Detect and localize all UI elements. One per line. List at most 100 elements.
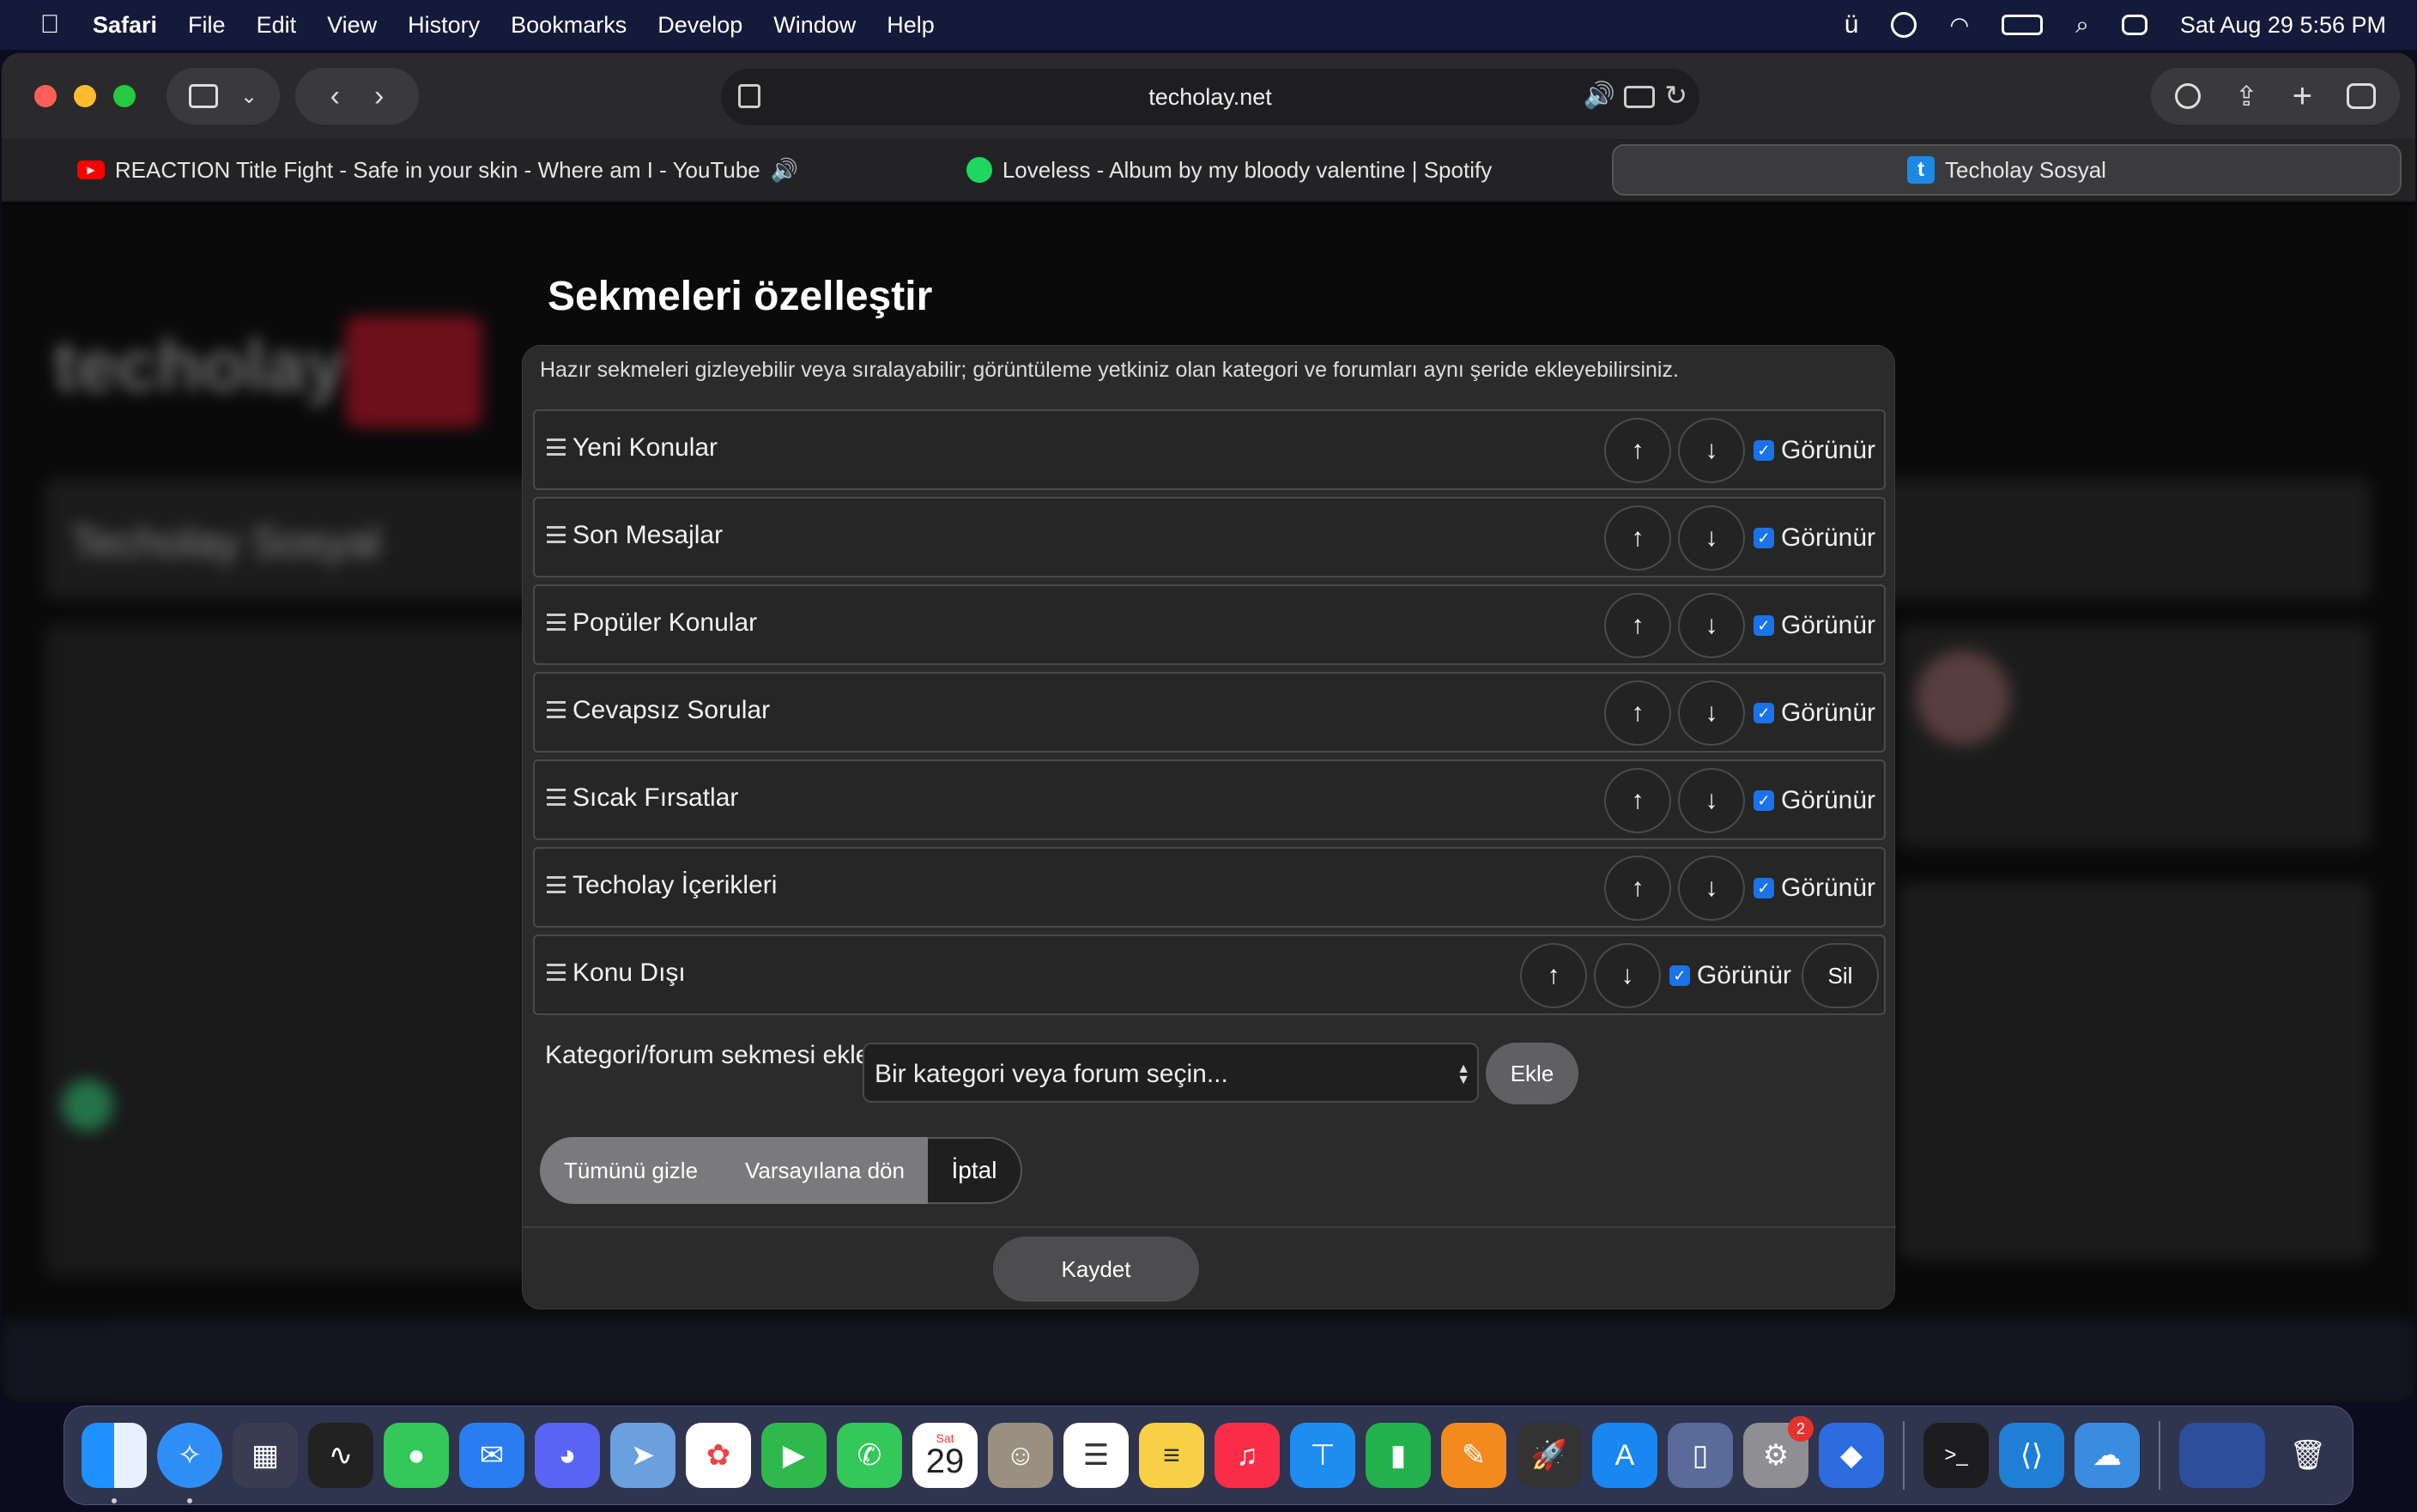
drag-handle-icon[interactable] [547, 876, 566, 893]
move-down-button[interactable]: ↓ [1677, 505, 1745, 571]
keynote-icon[interactable]: ⊤ [1290, 1423, 1355, 1488]
mail-icon[interactable]: ✉ [459, 1423, 524, 1488]
photos-icon[interactable]: ✿ [686, 1423, 751, 1488]
move-up-button[interactable]: ↑ [1519, 943, 1587, 1008]
menu-view[interactable]: View [327, 12, 377, 39]
phone-icon[interactable]: ✆ [837, 1423, 902, 1488]
move-up-button[interactable]: ↑ [1603, 680, 1671, 746]
finder-icon[interactable] [82, 1423, 147, 1503]
move-up-button[interactable]: ↑ [1603, 593, 1671, 658]
messages-icon[interactable]: ● [384, 1423, 449, 1488]
visible-checkbox[interactable]: ✓ [1753, 528, 1774, 548]
launchpad-icon[interactable]: ▦ [233, 1423, 298, 1488]
tab-youtube[interactable]: ▶ REACTION Title Fight - Safe in your sk… [60, 144, 815, 196]
menu-edit[interactable]: Edit [257, 12, 297, 39]
drag-handle-icon[interactable] [547, 526, 566, 543]
contacts-icon[interactable]: ☺ [988, 1423, 1053, 1488]
tab-techolay[interactable]: t Techolay Sosyal [1612, 144, 2402, 196]
menu-bookmarks[interactable]: Bookmarks [511, 12, 627, 39]
menu-window[interactable]: Window [773, 12, 856, 39]
u-umlaut-icon[interactable]: ü [1845, 10, 1859, 39]
move-down-button[interactable]: ↓ [1677, 418, 1745, 483]
tab-overview-icon[interactable] [2347, 83, 2377, 109]
audio-playing-icon[interactable]: 🔊 [771, 157, 798, 184]
visible-checkbox[interactable]: ✓ [1753, 703, 1774, 723]
music-icon[interactable]: ♫ [1215, 1423, 1280, 1488]
zoom-window-button[interactable] [113, 85, 136, 107]
vscode-icon[interactable]: ⟨⟩ [1999, 1423, 2064, 1488]
system-settings-icon[interactable]: ⚙ 2 [1743, 1416, 1814, 1488]
rocket-icon[interactable]: 🚀 [1517, 1423, 1582, 1488]
speaker-icon[interactable]: 🔊 [1584, 81, 1615, 111]
search-icon[interactable]: ⌕ [2075, 11, 2089, 39]
drag-handle-icon[interactable] [547, 614, 566, 631]
downloads-icon[interactable] [2174, 83, 2201, 109]
menu-app-name[interactable]: Safari [93, 12, 157, 39]
play-circle-icon[interactable] [1891, 12, 1917, 38]
menu-help[interactable]: Help [887, 12, 935, 39]
new-tab-icon[interactable]: + [2293, 77, 2312, 116]
category-forum-select[interactable]: Bir kategori veya forum seçin... ▲ ▼ [863, 1043, 1479, 1103]
visible-checkbox[interactable]: ✓ [1669, 965, 1690, 986]
visible-checkbox[interactable]: ✓ [1753, 615, 1774, 636]
menu-clock[interactable]: Sat Aug 29 5:56 PM [2180, 12, 2386, 39]
drag-handle-icon[interactable] [547, 789, 566, 806]
move-down-button[interactable]: ↓ [1677, 856, 1745, 921]
stocks-icon[interactable]: ∿ [308, 1423, 373, 1488]
iphone-mirroring-icon[interactable]: ▯ [1668, 1423, 1733, 1488]
move-up-button[interactable]: ↑ [1603, 856, 1671, 921]
menu-develop[interactable]: Develop [657, 12, 742, 39]
visible-checkbox[interactable]: ✓ [1753, 440, 1774, 461]
control-center-icon[interactable] [2121, 15, 2147, 35]
move-down-button[interactable]: ↓ [1677, 593, 1745, 658]
move-up-button[interactable]: ↑ [1603, 505, 1671, 571]
menu-history[interactable]: History [408, 12, 480, 39]
notes-icon[interactable]: ≡ [1139, 1423, 1204, 1488]
reset-default-button[interactable]: Varsayılana dön [722, 1137, 928, 1204]
reminders-icon[interactable]: ☰ [1063, 1423, 1129, 1488]
sidebar-toggle-button[interactable]: ⌄ [167, 68, 280, 124]
cancel-button[interactable]: İptal [928, 1137, 1022, 1204]
downloads-stack-icon[interactable] [2179, 1423, 2265, 1488]
drag-handle-icon[interactable] [547, 964, 566, 981]
safari-icon[interactable]: ✧ [157, 1423, 222, 1503]
facetime-icon[interactable]: ▶ [761, 1423, 827, 1488]
numbers-icon[interactable]: ▮ [1366, 1423, 1431, 1488]
move-up-button[interactable]: ↑ [1603, 768, 1671, 833]
move-down-button[interactable]: ↓ [1677, 768, 1745, 833]
drag-handle-icon[interactable] [547, 701, 566, 718]
address-bar[interactable]: techolay.net 🔊 ↻ [721, 69, 1699, 125]
wifi-icon[interactable]: ◠ [1949, 12, 1969, 39]
battery-charging-icon[interactable] [2002, 15, 2044, 35]
roblox-icon[interactable]: ◆ [1819, 1423, 1884, 1488]
terminal-icon[interactable]: >_ [1923, 1423, 1989, 1488]
delete-tab-button[interactable]: Sil [1802, 943, 1879, 1008]
page-menu-icon[interactable] [738, 84, 760, 108]
app-store-icon[interactable]: A [1592, 1423, 1657, 1488]
minimize-window-button[interactable] [74, 85, 96, 107]
visible-checkbox[interactable]: ✓ [1753, 878, 1774, 898]
move-up-button[interactable]: ↑ [1603, 418, 1671, 483]
apple-menu-icon[interactable]:  [33, 10, 67, 39]
reload-icon[interactable]: ↻ [1664, 79, 1687, 112]
tab-spotify[interactable]: Loveless - Album by my bloody valentine … [860, 144, 1598, 196]
hide-all-button[interactable]: Tümünü gizle [540, 1137, 722, 1204]
back-button[interactable]: ‹ [330, 80, 340, 113]
share-icon[interactable]: ⇪ [2235, 80, 2258, 112]
visible-checkbox[interactable]: ✓ [1753, 790, 1774, 811]
maps-icon[interactable]: ➤ [610, 1423, 675, 1488]
add-tab-button[interactable]: Ekle [1486, 1043, 1578, 1104]
discord-icon[interactable]: ◕ [535, 1423, 600, 1488]
calendar-icon[interactable]: Sat 29 [912, 1423, 978, 1488]
pages-icon[interactable]: ✎ [1441, 1423, 1506, 1488]
move-down-button[interactable]: ↓ [1677, 680, 1745, 746]
weather-icon[interactable]: ☁ [2075, 1423, 2140, 1488]
close-window-button[interactable] [34, 85, 57, 107]
forward-button[interactable]: › [374, 80, 384, 113]
save-button[interactable]: Kaydet [993, 1237, 1199, 1302]
trash-icon[interactable]: 🗑 [2275, 1423, 2341, 1488]
menu-file[interactable]: File [188, 12, 226, 39]
move-down-button[interactable]: ↓ [1593, 943, 1661, 1008]
drag-handle-icon[interactable] [547, 438, 566, 456]
translate-icon[interactable] [1624, 86, 1655, 108]
